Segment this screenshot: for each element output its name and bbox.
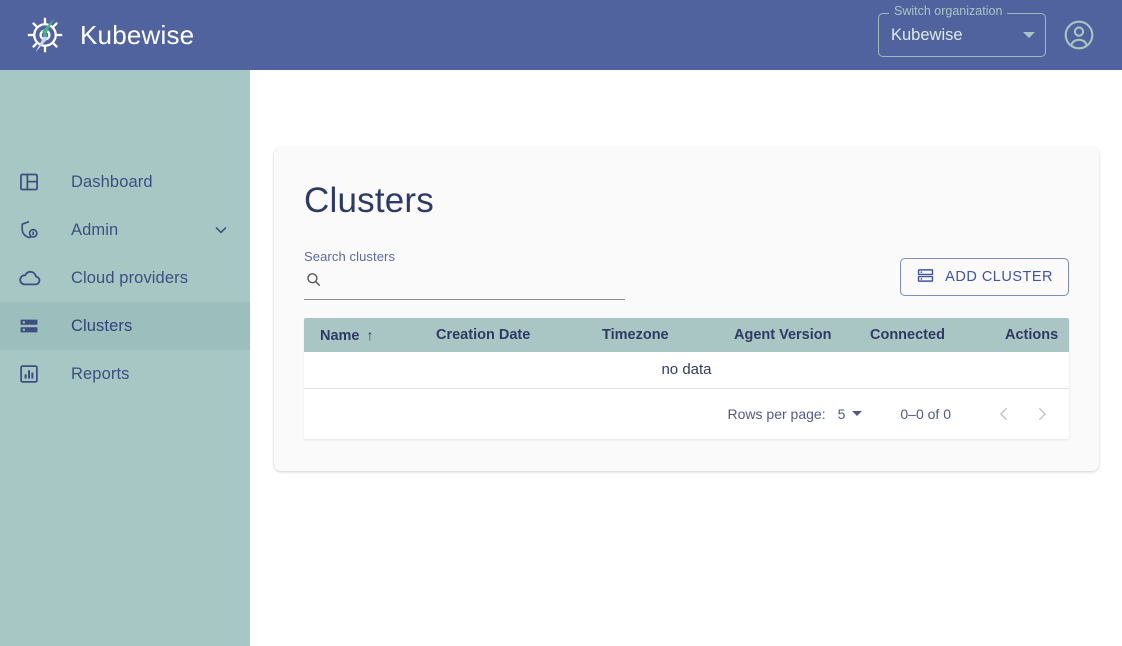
brand[interactable]: Kubewise: [22, 12, 194, 58]
table-header-row: Name ↑ Creation Date Timezone Agent Versi…: [304, 318, 1069, 352]
chevron-down-icon[interactable]: [212, 221, 230, 239]
assessment-icon: [18, 362, 46, 386]
sidebar-item-admin[interactable]: Admin: [0, 206, 250, 254]
search-icon: [304, 270, 323, 294]
rows-per-page-select[interactable]: 5: [838, 406, 863, 422]
sidebar-item-label: Clusters: [71, 316, 133, 335]
table-row-empty: no data: [304, 352, 1069, 389]
sidebar-item-cloud-providers[interactable]: Cloud providers: [0, 254, 250, 302]
compass-helm-logo-icon: [22, 12, 68, 58]
sidebar-item-dashboard[interactable]: Dashboard: [0, 158, 250, 206]
rows-per-page-label: Rows per page:: [727, 405, 826, 422]
chevron-down-icon: [1023, 32, 1035, 38]
column-header-timezone[interactable]: Timezone: [586, 318, 718, 352]
clusters-card: Clusters Search clusters ADD CLUSTER Nam…: [274, 147, 1099, 471]
organization-switcher[interactable]: Switch organization Kubewise: [878, 5, 1046, 57]
sidebar-item-label: Reports: [71, 364, 130, 383]
search-label: Search clusters: [304, 249, 396, 264]
cloud-icon: [18, 266, 46, 290]
page-title: Clusters: [304, 181, 434, 220]
previous-page-button[interactable]: [985, 395, 1023, 433]
main-content: Clusters Search clusters ADD CLUSTER Nam…: [250, 70, 1122, 646]
rows-per-page-value: 5: [837, 405, 846, 422]
pagination-range: 0–0 of 0: [900, 405, 951, 422]
sidebar: Dashboard Admin Cloud providers Clusters…: [0, 70, 250, 646]
clusters-table-wrapper: Name ↑ Creation Date Timezone Agent Versi…: [304, 318, 1069, 439]
column-header-creation-date[interactable]: Creation Date: [420, 318, 586, 352]
sidebar-item-label: Admin: [71, 220, 119, 239]
clusters-table: Name ↑ Creation Date Timezone Agent Versi…: [304, 318, 1069, 389]
add-cluster-button[interactable]: ADD CLUSTER: [900, 258, 1069, 296]
arrow-upward-icon: ↑: [366, 326, 374, 343]
search-field: Search clusters: [304, 249, 625, 300]
storage-icon: [916, 266, 935, 289]
next-page-button[interactable]: [1023, 395, 1061, 433]
table-header: Name ↑ Creation Date Timezone Agent Versi…: [304, 318, 1069, 352]
table-pagination: Rows per page: 5 0–0 of 0: [304, 388, 1069, 439]
sidebar-item-label: Cloud providers: [71, 268, 189, 287]
sidebar-item-clusters[interactable]: Clusters: [0, 302, 250, 350]
add-cluster-button-label: ADD CLUSTER: [945, 269, 1053, 285]
shield-admin-icon: [18, 218, 46, 242]
column-header-connected[interactable]: Connected: [854, 318, 989, 352]
organization-switcher-value: Kubewise: [891, 25, 963, 44]
chevron-down-icon: [852, 411, 863, 416]
sidebar-item-reports[interactable]: Reports: [0, 350, 250, 398]
search-input[interactable]: [331, 273, 625, 291]
clusters-toolbar: Search clusters ADD CLUSTER: [304, 249, 1069, 300]
column-header-agent-version[interactable]: Agent Version: [718, 318, 854, 352]
column-header-label: Name: [320, 327, 360, 344]
sidebar-item-label: Dashboard: [71, 172, 153, 191]
brand-name: Kubewise: [80, 19, 195, 50]
organization-switcher-label: Switch organization: [889, 5, 1008, 18]
storage-icon: [18, 314, 46, 338]
account-circle-icon[interactable]: [1062, 18, 1096, 52]
column-header-actions: Actions: [989, 318, 1069, 352]
search-input-wrapper[interactable]: [304, 270, 625, 300]
dashboard-icon: [18, 170, 46, 194]
empty-state-message: no data: [304, 352, 1069, 389]
table-body: no data: [304, 352, 1069, 389]
app-bar-actions: Switch organization Kubewise: [878, 5, 1096, 57]
app-bar: Kubewise Switch organization Kubewise: [0, 0, 1122, 70]
column-header-name[interactable]: Name ↑: [304, 318, 420, 352]
